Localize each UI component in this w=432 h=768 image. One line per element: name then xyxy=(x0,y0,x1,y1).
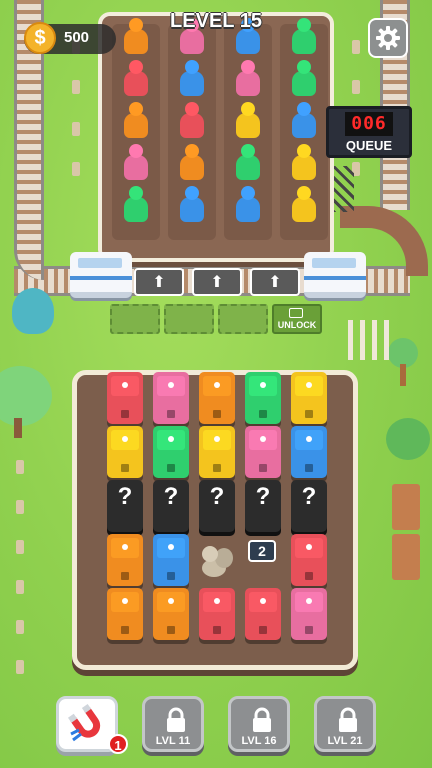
bush-blue xyxy=(12,288,54,334)
train-car-pink[interactable] xyxy=(245,426,281,478)
lock-icon xyxy=(167,707,185,732)
settings-button[interactable] xyxy=(368,18,408,58)
passenger-green xyxy=(290,60,318,96)
train-car-pink[interactable] xyxy=(291,588,327,640)
passenger-green xyxy=(234,144,262,180)
train-car-red[interactable] xyxy=(245,588,281,640)
passenger-red xyxy=(122,60,150,96)
train-car-orange[interactable] xyxy=(153,588,189,640)
queue-label: QUEUE xyxy=(345,138,393,153)
locked-booster-1[interactable]: LVL 11 xyxy=(142,696,204,752)
video-icon xyxy=(289,308,303,318)
queue-sign: 006 QUEUE xyxy=(326,106,412,158)
passenger-yellow xyxy=(290,144,318,180)
mystery-car[interactable]: ? xyxy=(245,480,281,532)
apple-tree xyxy=(386,418,430,460)
small-tree-trunk xyxy=(400,364,406,386)
gear-icon xyxy=(376,26,400,50)
train-car-orange[interactable] xyxy=(107,534,143,586)
fence-post xyxy=(16,500,24,514)
level-title: LEVEL 15 xyxy=(170,10,262,32)
tree-trunk xyxy=(14,418,22,438)
train-car-yellow[interactable] xyxy=(291,372,327,424)
crate-stack xyxy=(392,484,420,530)
mystery-car[interactable]: ? xyxy=(153,480,189,532)
mystery-car[interactable]: ? xyxy=(291,480,327,532)
fence-post xyxy=(352,80,360,94)
train-car-orange[interactable] xyxy=(199,372,235,424)
locked-booster-3[interactable]: LVL 21 xyxy=(314,696,376,752)
mystery-car[interactable]: ? xyxy=(199,480,235,532)
dock-slot-2: ⬆ xyxy=(192,268,242,296)
waiting-slot-3 xyxy=(218,304,268,334)
fence-post xyxy=(16,460,24,474)
train-car-red[interactable] xyxy=(199,588,235,640)
passenger-platform xyxy=(98,12,334,262)
coin-amount: 500 xyxy=(64,29,90,46)
passenger-orange xyxy=(122,102,150,138)
passenger-yellow xyxy=(290,186,318,222)
train-car-green[interactable] xyxy=(245,372,281,424)
crate-stack xyxy=(392,534,420,580)
train-car-yellow[interactable] xyxy=(107,426,143,478)
mystery-car[interactable]: ? xyxy=(107,480,143,532)
passenger-red xyxy=(178,102,206,138)
passenger-green xyxy=(290,18,318,54)
coin-symbol: $ xyxy=(34,26,46,49)
rock-obstacle xyxy=(198,540,236,580)
train-car-red[interactable] xyxy=(107,372,143,424)
unlock-label: UNLOCK xyxy=(277,320,317,330)
dock-slot-3: ⬆ xyxy=(250,268,300,296)
queue-count: 006 xyxy=(345,112,393,136)
rock-icon xyxy=(202,546,233,577)
fence-post xyxy=(16,540,24,554)
locked-booster-2[interactable]: LVL 16 xyxy=(228,696,290,752)
dock-slot-1: ⬆ xyxy=(134,268,184,296)
magnet-icon xyxy=(67,704,101,742)
waiting-slot-2 xyxy=(164,304,214,334)
lock-icon xyxy=(253,707,271,732)
arrow-up-icon: ⬆ xyxy=(268,274,282,291)
fence-post xyxy=(352,40,360,54)
train-locomotive-left xyxy=(70,252,132,298)
passenger-blue xyxy=(178,186,206,222)
lock-icon xyxy=(339,707,357,732)
coin-icon: $ xyxy=(24,22,56,54)
passenger-pink xyxy=(122,144,150,180)
fence-right xyxy=(348,320,392,360)
locked-booster-label: LVL 11 xyxy=(155,735,191,747)
passenger-orange xyxy=(178,144,206,180)
waiting-slot-1 xyxy=(110,304,160,334)
passenger-blue xyxy=(234,186,262,222)
fence-post xyxy=(16,620,24,634)
fence-post xyxy=(16,580,24,594)
arrow-up-icon: ⬆ xyxy=(152,274,166,291)
signal-tower xyxy=(332,166,354,212)
unlock-slot-button[interactable]: UNLOCK xyxy=(272,304,322,334)
train-car-yellow[interactable] xyxy=(199,426,235,478)
passenger-pink xyxy=(234,60,262,96)
fence-post xyxy=(72,162,80,176)
train-car-pink[interactable] xyxy=(153,372,189,424)
countdown-badge: 2 xyxy=(248,540,276,562)
fence-post xyxy=(16,660,24,674)
locked-booster-label: LVL 21 xyxy=(327,735,363,747)
locked-booster-label: LVL 16 xyxy=(241,735,277,747)
fence-post xyxy=(72,80,80,94)
car-yard: ????? xyxy=(72,370,358,670)
passenger-blue xyxy=(290,102,318,138)
passenger-blue xyxy=(178,60,206,96)
fence-post xyxy=(72,122,80,136)
train-car-orange[interactable] xyxy=(107,588,143,640)
arrow-up-icon: ⬆ xyxy=(210,274,224,291)
passenger-orange xyxy=(122,18,150,54)
magnet-count-badge: 1 xyxy=(108,734,128,754)
passenger-green xyxy=(122,186,150,222)
train-locomotive-right xyxy=(304,252,366,298)
train-car-blue[interactable] xyxy=(153,534,189,586)
train-car-green[interactable] xyxy=(153,426,189,478)
train-car-red[interactable] xyxy=(291,534,327,586)
passenger-yellow xyxy=(234,102,262,138)
train-car-blue[interactable] xyxy=(291,426,327,478)
